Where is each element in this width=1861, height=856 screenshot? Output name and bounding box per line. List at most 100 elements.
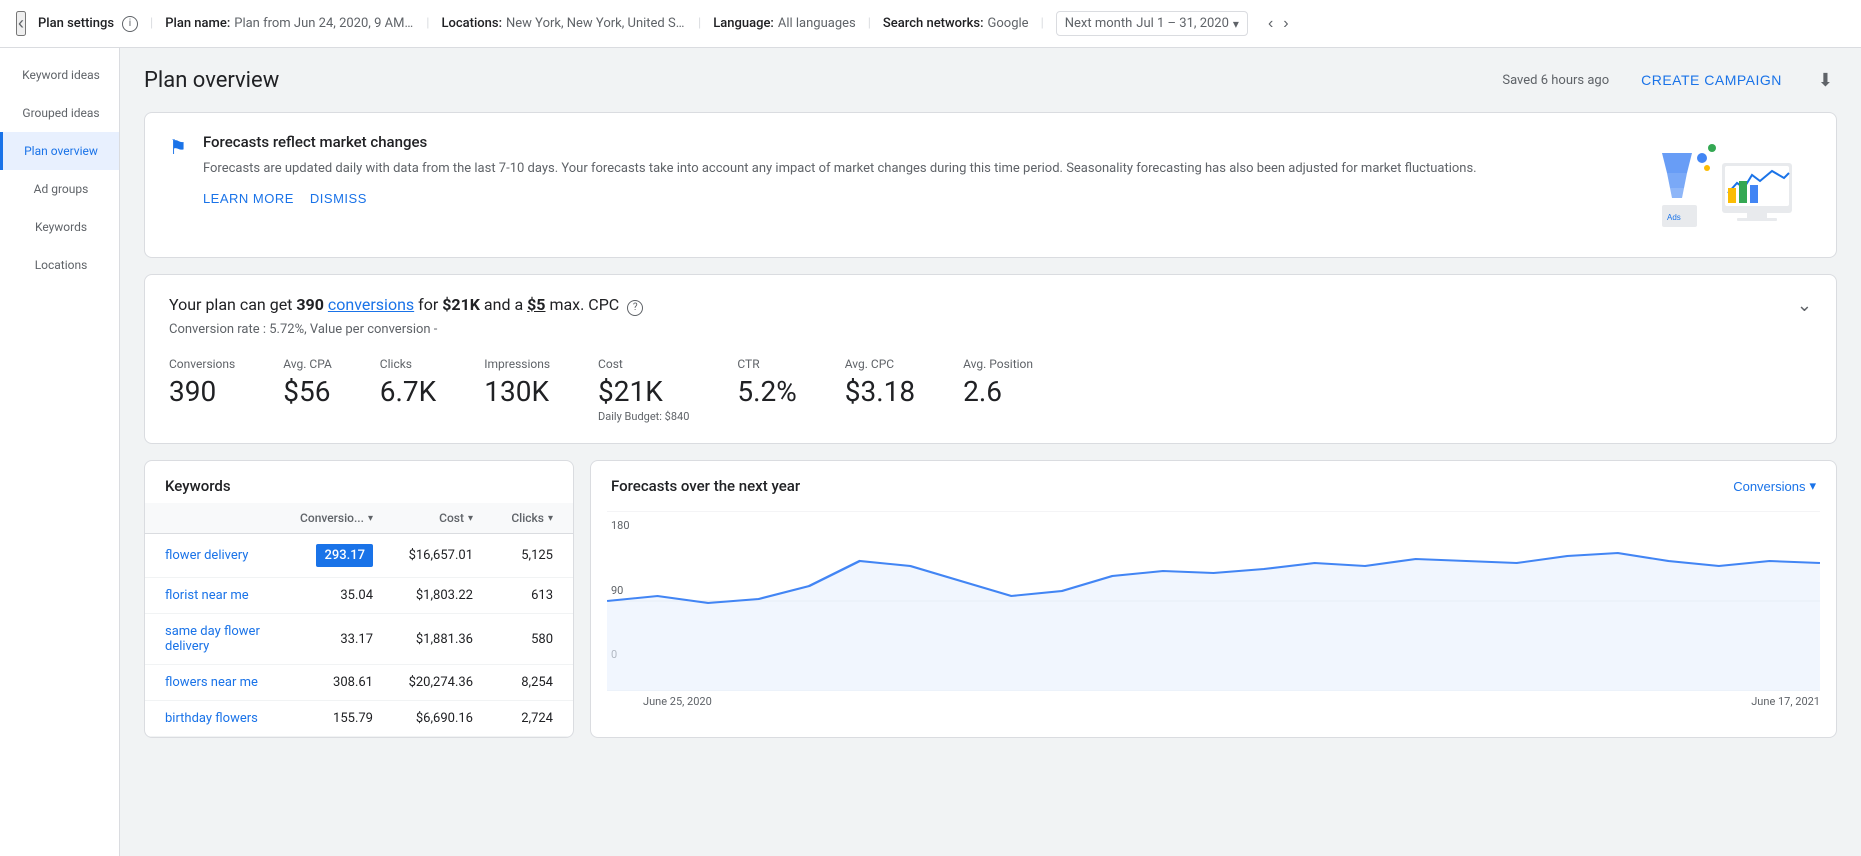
metric-value: $3.18 [845, 375, 915, 408]
create-campaign-button[interactable]: CREATE CAMPAIGN [1625, 64, 1798, 96]
sidebar-item-label: Locations [35, 258, 88, 272]
locations-label: Locations: [441, 16, 502, 31]
headline-mid: for [418, 295, 438, 314]
metric-item: Clicks 6.7K [380, 357, 436, 423]
app-layout: Keyword ideas Grouped ideas Plan overvie… [0, 48, 1861, 856]
table-row: florist near me 35.04 $1,803.22 613 [145, 578, 573, 614]
plan-name-section: Plan name: Plan from Jun 24, 2020, 9 AM,… [165, 16, 414, 31]
headline-text: Your plan can get 390 conversions for $2… [169, 295, 1797, 316]
conversion-value: 308.61 [273, 675, 373, 690]
headline-and: and a [484, 295, 523, 314]
cpc-info-icon[interactable]: ? [627, 300, 643, 316]
plan-name-value: Plan from Jun 24, 2020, 9 AM, G... [234, 16, 414, 31]
clicks-value: 613 [473, 588, 553, 603]
headline-post: max. CPC [549, 295, 619, 314]
metric-value: $56 [283, 375, 332, 408]
saved-status: Saved 6 hours ago [1502, 73, 1609, 88]
forecasts-card: Forecasts over the next year Conversions… [590, 460, 1837, 738]
keywords-table-body: flower delivery 293.17 $16,657.01 5,125 … [145, 534, 573, 737]
metric-label: Avg. Position [963, 357, 1033, 371]
keyword-link[interactable]: same day flower delivery [165, 624, 273, 654]
metric-label: Avg. CPA [283, 357, 332, 371]
cost-col-header[interactable]: Cost ▾ [373, 511, 473, 525]
metric-item: Cost $21K Daily Budget: $840 [598, 357, 689, 423]
keyword-link[interactable]: birthday flowers [165, 711, 273, 726]
forecasts-metric-dropdown[interactable]: Conversions ▾ [1733, 478, 1816, 494]
language-section: Language: All languages [713, 16, 856, 31]
forecasts-header: Forecasts over the next year Conversions… [591, 461, 1836, 503]
sort-icon: ▾ [548, 513, 553, 524]
metric-item: Conversions 390 [169, 357, 235, 423]
metric-item: Impressions 130K [484, 357, 550, 423]
prev-date-button[interactable]: ‹ [1264, 11, 1277, 37]
x-label-start: June 25, 2020 [643, 695, 712, 708]
headline-pre: Your plan can get [169, 295, 292, 314]
summary-headline: Your plan can get 390 conversions for $2… [169, 295, 1812, 316]
next-date-button[interactable]: › [1279, 11, 1292, 37]
metric-value: 130K [484, 375, 550, 408]
chevron-down-icon: ▾ [1809, 478, 1816, 494]
metrics-row: Conversions 390 Avg. CPA $56 Clicks 6.7K… [169, 357, 1812, 423]
locations-value: New York, New York, United States [506, 16, 686, 31]
conversion-rate-text: Conversion rate : 5.72%, Value per conve… [169, 322, 1812, 337]
cost-value: $20,274.36 [373, 675, 473, 690]
download-button[interactable]: ⬇ [1814, 66, 1837, 95]
language-label: Language: [713, 16, 774, 31]
banner-title: Forecasts reflect market changes [203, 133, 1616, 151]
metric-label: Cost [598, 357, 689, 371]
chevron-down-icon[interactable]: ⌄ [1797, 295, 1812, 316]
date-value: Jul 1 – 31, 2020 [1136, 16, 1229, 31]
conversions-link[interactable]: conversions [328, 295, 414, 314]
metric-value: 390 [169, 375, 235, 408]
metric-value: 5.2% [737, 375, 796, 408]
cost-value: $21K [442, 295, 480, 314]
clicks-col-header[interactable]: Clicks ▾ [473, 511, 553, 525]
chart-area: 180 90 0 [591, 503, 1836, 703]
forecasts-title: Forecasts over the next year [611, 477, 800, 495]
sidebar-item-locations[interactable]: Locations [0, 246, 119, 284]
info-icon[interactable]: i [122, 16, 138, 32]
metric-value: 6.7K [380, 375, 436, 408]
date-nav: ‹ › [1264, 11, 1293, 37]
clicks-value: 8,254 [473, 675, 553, 690]
main-content: Plan overview Saved 6 hours ago CREATE C… [120, 48, 1861, 856]
dismiss-button[interactable]: DISMISS [310, 191, 367, 206]
table-row: flowers near me 308.61 $20,274.36 8,254 [145, 665, 573, 701]
conversions-col-header[interactable]: Conversio... ▾ [273, 511, 373, 525]
cost-value: $16,657.01 [373, 548, 473, 563]
sidebar-item-label: Keywords [35, 220, 87, 234]
learn-more-button[interactable]: LEARN MORE [203, 191, 294, 206]
chart-x-labels: June 25, 2020 June 17, 2021 [643, 695, 1820, 708]
metric-item: Avg. CPA $56 [283, 357, 332, 423]
metric-label: CTR [737, 357, 796, 371]
forecast-banner-card: ⚑ Forecasts reflect market changes Forec… [144, 112, 1837, 258]
plan-settings-section: Plan settings i [38, 16, 138, 32]
sidebar-item-keywords[interactable]: Keywords [0, 208, 119, 246]
keywords-card-title: Keywords [145, 461, 573, 503]
plan-name-label: Plan name: [165, 16, 230, 31]
keyword-link[interactable]: flower delivery [165, 548, 273, 563]
clicks-value: 5,125 [473, 548, 553, 563]
keyword-link[interactable]: flowers near me [165, 675, 273, 690]
sidebar-item-grouped-ideas[interactable]: Grouped ideas [0, 94, 119, 132]
metric-value: 2.6 [963, 375, 1033, 408]
table-row: same day flower delivery 33.17 $1,881.36… [145, 614, 573, 665]
date-selector[interactable]: Next month Jul 1 – 31, 2020 ▾ [1056, 11, 1248, 36]
back-button[interactable]: ‹ [16, 11, 26, 36]
download-icon: ⬇ [1818, 70, 1833, 90]
conversion-value: 33.17 [273, 632, 373, 647]
language-value: All languages [778, 16, 856, 31]
sidebar-item-plan-overview[interactable]: Plan overview [0, 132, 119, 170]
top-bar: ‹ Plan settings i | Plan name: Plan from… [0, 0, 1861, 48]
svg-text:Ads: Ads [1667, 213, 1681, 222]
sidebar-item-ad-groups[interactable]: Ad groups [0, 170, 119, 208]
conversions-count: 390 [296, 295, 324, 314]
metric-label: Clicks [380, 357, 436, 371]
banner-text: Forecasts are updated daily with data fr… [203, 159, 1616, 179]
keyword-link[interactable]: florist near me [165, 588, 273, 603]
date-label: Next month [1065, 16, 1133, 31]
sidebar-item-label: Plan overview [24, 144, 98, 158]
sidebar-item-keyword-ideas[interactable]: Keyword ideas [0, 56, 119, 94]
metric-label: Avg. CPC [845, 357, 915, 371]
metric-item: CTR 5.2% [737, 357, 796, 423]
